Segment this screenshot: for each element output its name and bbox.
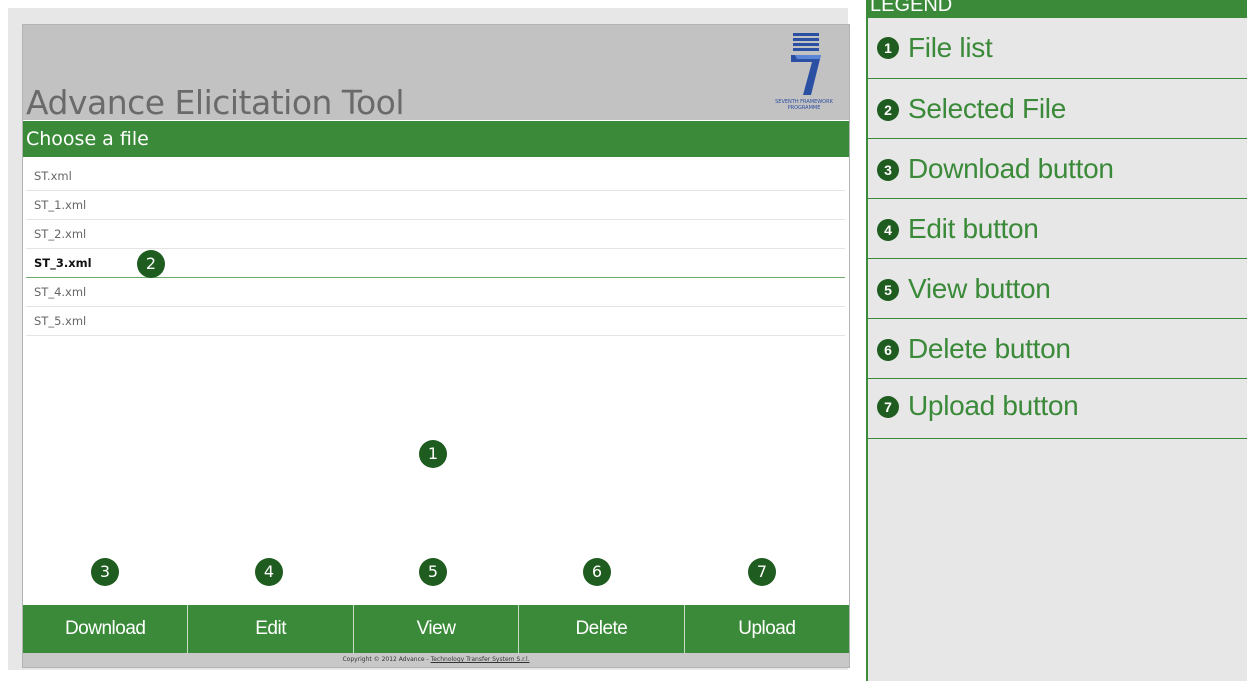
footer: Copyright © 2012 Advance - Technology Tr… <box>23 653 849 667</box>
app-frame: Advance Elicitation Tool SEVENTH FRAMEWO… <box>8 8 850 670</box>
legend-panel: LEGEND 1 File list 2 Selected File 3 Dow… <box>866 0 1247 681</box>
marker-delete: 6 <box>583 558 611 586</box>
footer-copyright: Copyright © 2012 Advance - <box>342 656 431 663</box>
file-name: ST_3.xml <box>34 256 92 270</box>
file-name: ST.xml <box>34 169 72 183</box>
file-row[interactable]: ST_2.xml <box>26 220 845 249</box>
legend-number: 3 <box>877 159 899 181</box>
file-name: ST_2.xml <box>34 227 87 241</box>
file-name: ST_5.xml <box>34 314 87 328</box>
legend-label: Download button <box>908 153 1114 184</box>
download-button[interactable]: Download <box>23 605 189 653</box>
marker-download: 3 <box>91 558 119 586</box>
file-row[interactable]: ST_5.xml <box>26 307 845 336</box>
legend-label: File list <box>908 32 993 63</box>
legend-title: LEGEND <box>870 0 953 16</box>
file-name: ST_4.xml <box>34 285 87 299</box>
legend-label: Selected File <box>908 93 1066 124</box>
app-title: Advance Elicitation Tool <box>26 83 405 122</box>
legend-item: 1 File list <box>868 18 1247 79</box>
logo-caption: SEVENTH FRAMEWORK PROGRAMME <box>775 99 833 111</box>
legend-header: LEGEND <box>868 0 1247 18</box>
legend-number: 4 <box>877 219 899 241</box>
legend-number: 7 <box>877 396 899 418</box>
legend-item: 3 Download button <box>868 139 1247 199</box>
legend-item: 7 Upload button <box>868 379 1247 439</box>
app-window: Advance Elicitation Tool SEVENTH FRAMEWO… <box>22 24 850 668</box>
marker-file-list: 1 <box>419 440 447 468</box>
view-button[interactable]: View <box>354 605 520 653</box>
legend-item: 2 Selected File <box>868 79 1247 139</box>
file-list: ST.xml ST_1.xml ST_2.xml ST_3.xml 2 ST_4… <box>26 162 845 602</box>
file-row[interactable]: ST_1.xml <box>26 191 845 220</box>
upload-button[interactable]: Upload <box>685 605 849 653</box>
marker-view: 5 <box>419 558 447 586</box>
file-name: ST_1.xml <box>34 198 87 212</box>
button-bar: Download Edit View Delete Upload <box>23 605 849 653</box>
file-row[interactable]: ST_4.xml <box>26 278 845 307</box>
footer-link[interactable]: Technology Transfer System S.r.l. <box>431 656 530 663</box>
file-row[interactable]: ST.xml <box>26 162 845 191</box>
legend-number: 6 <box>877 339 899 361</box>
file-row-selected[interactable]: ST_3.xml 2 <box>26 249 845 278</box>
legend-label: Upload button <box>908 390 1079 421</box>
edit-button[interactable]: Edit <box>188 605 354 653</box>
legend-item: 5 View button <box>868 259 1247 319</box>
marker-upload: 7 <box>748 558 776 586</box>
choose-file-label: Choose a file <box>26 128 149 150</box>
app-header: Advance Elicitation Tool SEVENTH FRAMEWO… <box>23 25 849 122</box>
legend-number: 1 <box>877 37 899 59</box>
legend-label: View button <box>908 273 1051 304</box>
legend-item: 6 Delete button <box>868 319 1247 379</box>
legend-number: 2 <box>877 99 899 121</box>
marker-edit: 4 <box>255 558 283 586</box>
legend-number: 5 <box>877 279 899 301</box>
delete-button[interactable]: Delete <box>519 605 685 653</box>
marker-selected-file: 2 <box>137 250 165 278</box>
choose-file-bar: Choose a file <box>23 121 849 157</box>
legend-label: Edit button <box>908 213 1039 244</box>
legend-label: Delete button <box>908 333 1071 364</box>
legend-item: 4 Edit button <box>868 199 1247 259</box>
